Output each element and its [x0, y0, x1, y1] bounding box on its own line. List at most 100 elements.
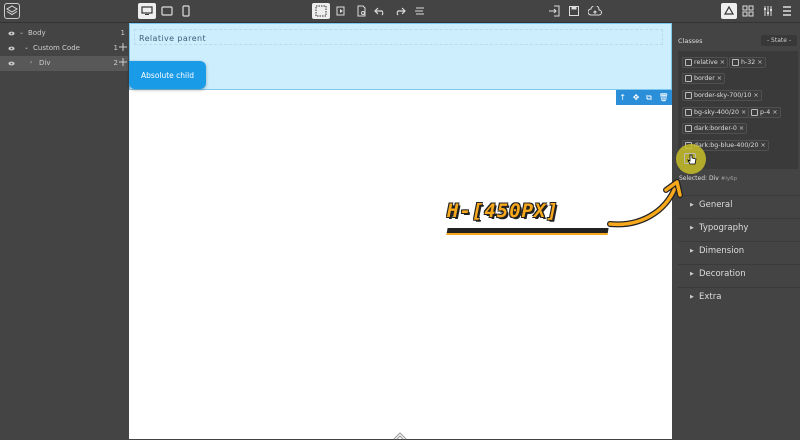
layer-row-custom-code[interactable]: ⌄ Custom Code 1 [0, 41, 128, 56]
layer-row-div[interactable]: › Div 2 [0, 56, 128, 71]
caret-right-icon: ▶ [690, 248, 694, 254]
annotation-underline [446, 228, 609, 235]
settings-sliders-tab-icon[interactable] [760, 3, 776, 19]
close-icon[interactable]: × [741, 109, 746, 116]
caret-right-icon: ▶ [690, 202, 694, 208]
style-manager-panel: Classes - State - relative × h-32 × border… [673, 23, 800, 439]
caret-right-icon: ▶ [690, 294, 694, 300]
mobile-device-icon[interactable] [177, 3, 195, 19]
sector-typography[interactable]: ▶ Typography [678, 218, 800, 239]
checkbox-icon[interactable] [685, 75, 692, 82]
tablet-device-icon[interactable] [158, 3, 176, 19]
menu-lines-icon[interactable] [411, 3, 429, 19]
layers-tab-icon[interactable] [779, 3, 795, 19]
copy-icon[interactable]: ⧉ [646, 93, 652, 103]
layer-count: 1 [113, 44, 118, 52]
redo-icon[interactable] [391, 3, 409, 19]
class-name: dark:border-0 [694, 125, 737, 132]
class-chip[interactable]: border × [682, 73, 726, 84]
layer-manager: ⌄ Body 1 ⌄ Custom Code 1 › Div 2 [0, 23, 128, 439]
visibility-eye-icon[interactable] [8, 45, 15, 52]
close-icon[interactable]: × [720, 59, 725, 66]
class-name: dark:bg-blue-400/20 [694, 142, 759, 149]
close-icon[interactable]: × [772, 109, 777, 116]
relative-parent-box[interactable]: Relative parent [129, 23, 672, 90]
layer-name: Body [28, 29, 46, 37]
sector-extra[interactable]: ▶ Extra [678, 287, 800, 308]
checkbox-icon[interactable] [751, 109, 758, 116]
sector-decoration[interactable]: ▶ Decoration [678, 264, 800, 285]
close-icon[interactable]: × [753, 92, 758, 99]
absolute-child-box[interactable]: Absolute child [129, 61, 206, 89]
undo-icon[interactable] [371, 3, 389, 19]
arrow-up-icon[interactable]: ↑ [619, 93, 626, 102]
chevron-right-icon[interactable]: › [30, 59, 32, 66]
class-chip[interactable]: bg-sky-400/20 × [682, 107, 750, 118]
layer-count: 1 [120, 29, 125, 37]
desktop-device-icon[interactable] [138, 3, 156, 19]
class-name: p-4 [760, 109, 771, 116]
visibility-eye-icon[interactable] [8, 30, 15, 37]
sector-label: Typography [699, 223, 749, 233]
logo-icon [4, 3, 20, 19]
close-icon[interactable]: × [739, 125, 744, 132]
sector-label: Dimension [699, 246, 745, 256]
class-name: bg-sky-400/20 [694, 109, 740, 116]
sector-label: Decoration [699, 269, 746, 279]
close-icon[interactable]: × [717, 75, 722, 82]
layer-name: Div [39, 59, 51, 67]
classes-label: Classes [678, 37, 703, 45]
class-chip[interactable]: p-4 × [748, 107, 781, 118]
move-handle-icon[interactable] [119, 43, 127, 51]
import-icon[interactable] [545, 3, 563, 19]
style-manager-tab-icon[interactable] [721, 3, 737, 19]
caret-right-icon: ▶ [690, 271, 694, 277]
checkbox-icon[interactable] [685, 92, 692, 99]
move-icon[interactable]: ✥ [633, 93, 640, 102]
class-chip[interactable]: relative × [682, 57, 729, 68]
checkbox-icon[interactable] [685, 125, 692, 132]
class-name: relative [694, 59, 718, 66]
preview-icon[interactable] [332, 3, 350, 19]
layer-name: Custom Code [33, 44, 80, 52]
sector-general[interactable]: ▶ General [678, 195, 800, 216]
close-icon[interactable]: × [761, 142, 766, 149]
selection-toolbar: ↑ ✥ ⧉ 🗑 [616, 90, 672, 105]
class-chip[interactable]: dark:border-0 × [682, 123, 748, 134]
class-name: border-sky-700/10 [694, 92, 752, 99]
class-chip[interactable]: h-32 × [729, 57, 766, 68]
class-name: h-32 [741, 59, 756, 66]
state-select[interactable]: - State - [761, 35, 797, 46]
sector-label: General [699, 200, 733, 210]
annotation-text: H-[450PX] [447, 200, 559, 222]
relative-parent-label: Relative parent [139, 34, 207, 43]
blocks-tab-icon[interactable] [740, 3, 756, 19]
sector-dimension[interactable]: ▶ Dimension [678, 241, 800, 262]
absolute-child-label: Absolute child [141, 70, 194, 80]
class-chip[interactable]: border-sky-700/10 × [682, 90, 762, 101]
layer-row-body[interactable]: ⌄ Body 1 [0, 26, 128, 41]
top-toolbar [0, 0, 800, 23]
annotation-arrow-icon [607, 179, 683, 228]
hand-cursor-icon [687, 154, 697, 165]
padding-outline [134, 29, 663, 45]
checkbox-icon[interactable] [685, 59, 692, 66]
caret-right-icon: ▶ [690, 225, 694, 231]
checkbox-icon[interactable] [732, 59, 739, 66]
cloud-upload-icon[interactable] [586, 3, 604, 19]
class-name: border [694, 75, 715, 82]
move-handle-icon[interactable] [119, 58, 127, 66]
selected-name: Div [708, 175, 719, 182]
state-select-value: - State - [766, 37, 792, 44]
close-icon[interactable]: × [757, 59, 762, 66]
visibility-eye-icon[interactable] [8, 60, 15, 67]
checkbox-icon[interactable] [685, 109, 692, 116]
chevron-down-icon[interactable]: ⌄ [19, 29, 24, 36]
trash-icon[interactable]: 🗑 [658, 93, 668, 102]
selected-id: #iy6p [720, 176, 738, 182]
layer-count: 2 [113, 59, 118, 67]
component-outline-icon[interactable] [312, 3, 330, 19]
code-view-icon[interactable] [352, 3, 370, 19]
chevron-down-icon[interactable]: ⌄ [24, 44, 29, 51]
save-icon[interactable] [565, 3, 583, 19]
